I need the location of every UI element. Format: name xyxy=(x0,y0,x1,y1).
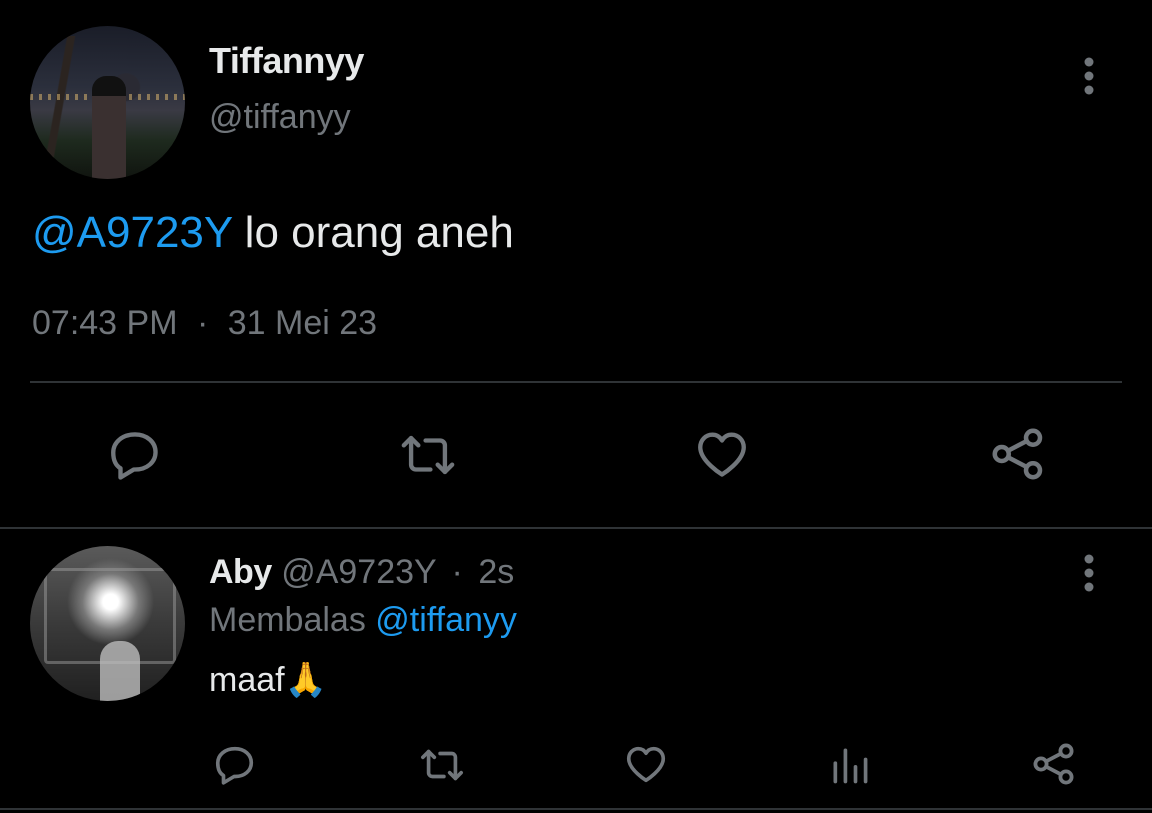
reply-header: Aby @A9723Y · 2s xyxy=(209,553,514,592)
divider xyxy=(30,381,1122,383)
tweet-mention[interactable]: @A9723Y xyxy=(32,208,232,257)
author-name[interactable]: Tiffannyy xyxy=(209,40,364,82)
meta-separator: · xyxy=(451,553,463,591)
reply-age[interactable]: 2s xyxy=(478,553,514,591)
avatar-person xyxy=(92,76,126,179)
avatar-hand xyxy=(100,641,140,701)
meta-separator: · xyxy=(196,304,209,342)
tweet-timestamp[interactable]: 07:43 PM · 31 Mei 23 xyxy=(32,304,377,343)
reply-more-options-icon[interactable] xyxy=(1076,553,1102,593)
reply-retweet-icon[interactable] xyxy=(416,742,468,788)
replying-to-handle[interactable]: @tiffanyy xyxy=(375,601,517,639)
divider xyxy=(0,527,1152,529)
reply-author-handle[interactable]: @A9723Y xyxy=(281,553,436,591)
tweet-date: 31 Mei 23 xyxy=(227,304,378,342)
reply-icon[interactable] xyxy=(106,426,164,484)
more-options-icon[interactable] xyxy=(1076,56,1102,96)
tweet-body: lo orang aneh xyxy=(232,208,514,257)
author-handle[interactable]: @tiffanyy xyxy=(209,98,351,137)
tweet-text: @A9723Y lo orang aneh xyxy=(32,208,514,258)
reply-like-heart-icon[interactable] xyxy=(622,741,670,787)
replying-to: Membalas @tiffanyy xyxy=(209,601,517,640)
reply-share-icon[interactable] xyxy=(1030,740,1078,788)
share-icon[interactable] xyxy=(988,424,1048,484)
reply-views-analytics-icon[interactable] xyxy=(828,742,872,788)
divider xyxy=(0,808,1152,810)
tweet-time: 07:43 PM xyxy=(32,304,178,342)
reply-reply-icon[interactable] xyxy=(212,742,258,788)
retweet-icon[interactable] xyxy=(396,426,460,484)
reply-author-avatar[interactable] xyxy=(30,546,185,701)
author-avatar[interactable] xyxy=(30,26,185,179)
avatar-tree xyxy=(40,36,80,179)
like-heart-icon[interactable] xyxy=(692,425,752,483)
reply-text: maaf🙏 xyxy=(209,661,327,699)
reply-author-name[interactable]: Aby xyxy=(209,553,272,591)
replying-label: Membalas xyxy=(209,601,366,639)
